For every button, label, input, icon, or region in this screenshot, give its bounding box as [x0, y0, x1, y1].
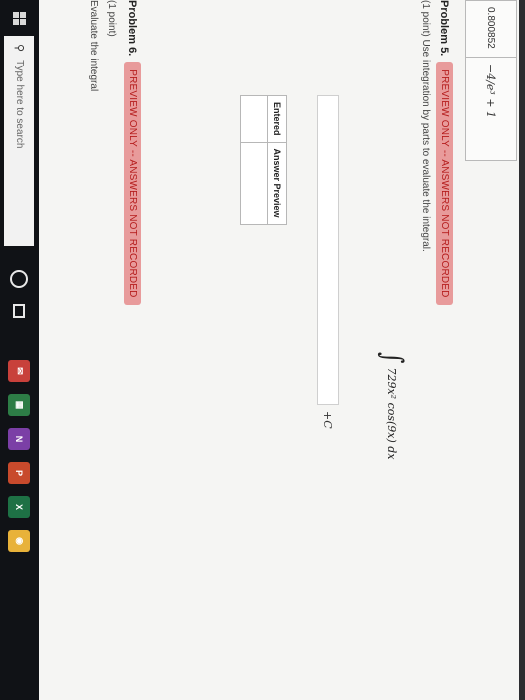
taskbar-search[interactable]: ⚲ Type here to search: [4, 36, 35, 246]
answer-input[interactable]: [317, 95, 339, 405]
chrome-icon[interactable]: ◉: [8, 530, 31, 552]
mail-icon[interactable]: ✉: [8, 360, 31, 382]
problem5-instructions: (1 point) Use integration by parts to ev…: [420, 0, 431, 252]
entered-cell: [240, 95, 268, 143]
problem6-instructions: Evaluate the integral: [88, 0, 99, 92]
windows-logo-icon: [13, 11, 26, 25]
task-view-icon[interactable]: [13, 304, 26, 318]
search-placeholder: Type here to search: [14, 60, 25, 149]
problem6-points: (1 point): [106, 0, 117, 37]
pinned-apps: ✉ ▦ N P X ◉: [8, 348, 31, 552]
problem5-title: Problem 5.: [438, 0, 451, 57]
entered-header: Entered: [267, 95, 287, 143]
powerpoint-icon[interactable]: P: [8, 462, 31, 484]
previous-answer-expression: −4/e³ + 1: [465, 57, 517, 161]
problem5-preview-badge: PREVIEW ONLY -- ANSWERS NOT RECORDED: [436, 62, 453, 305]
rotated-photo-frame: 0.800852 −4/e³ + 1 Problem 5. PREVIEW ON…: [0, 0, 525, 700]
problem6-header: Problem 6. PREVIEW ONLY -- ANSWERS NOT R…: [124, 0, 141, 305]
previous-answer-value: 0.800852: [465, 0, 517, 58]
onenote-icon[interactable]: N: [8, 428, 31, 450]
constant-of-integration: +C: [321, 411, 335, 429]
problem6-title: Problem 6.: [126, 0, 139, 57]
browser-content: 0.800852 −4/e³ + 1 Problem 5. PREVIEW ON…: [39, 0, 519, 700]
start-button[interactable]: [6, 4, 34, 32]
windows-taskbar: ⚲ Type here to search ✉ ▦ N P X ◉: [0, 0, 39, 700]
problem6-preview-badge: PREVIEW ONLY -- ANSWERS NOT RECORDED: [124, 62, 141, 305]
problem5-answer-row: +C: [317, 95, 339, 429]
cortana-icon[interactable]: [10, 270, 29, 288]
entered-answer-table: Entered Answer Preview: [240, 95, 287, 225]
store-icon[interactable]: ▦: [8, 394, 31, 416]
integrand: 729x² cos(9x) dx: [385, 367, 398, 460]
answer-preview-header: Answer Preview: [267, 142, 287, 225]
excel-icon[interactable]: X: [8, 496, 31, 518]
problem5-header: Problem 5. PREVIEW ONLY -- ANSWERS NOT R…: [436, 0, 453, 305]
answer-preview-cell: [240, 142, 268, 225]
integral-sign: ∫: [375, 352, 408, 364]
search-icon: ⚲: [13, 44, 25, 53]
previous-answer-table: 0.800852 −4/e³ + 1: [465, 0, 517, 161]
problem5-integral: ∫ 729x² cos(9x) dx: [375, 352, 408, 460]
